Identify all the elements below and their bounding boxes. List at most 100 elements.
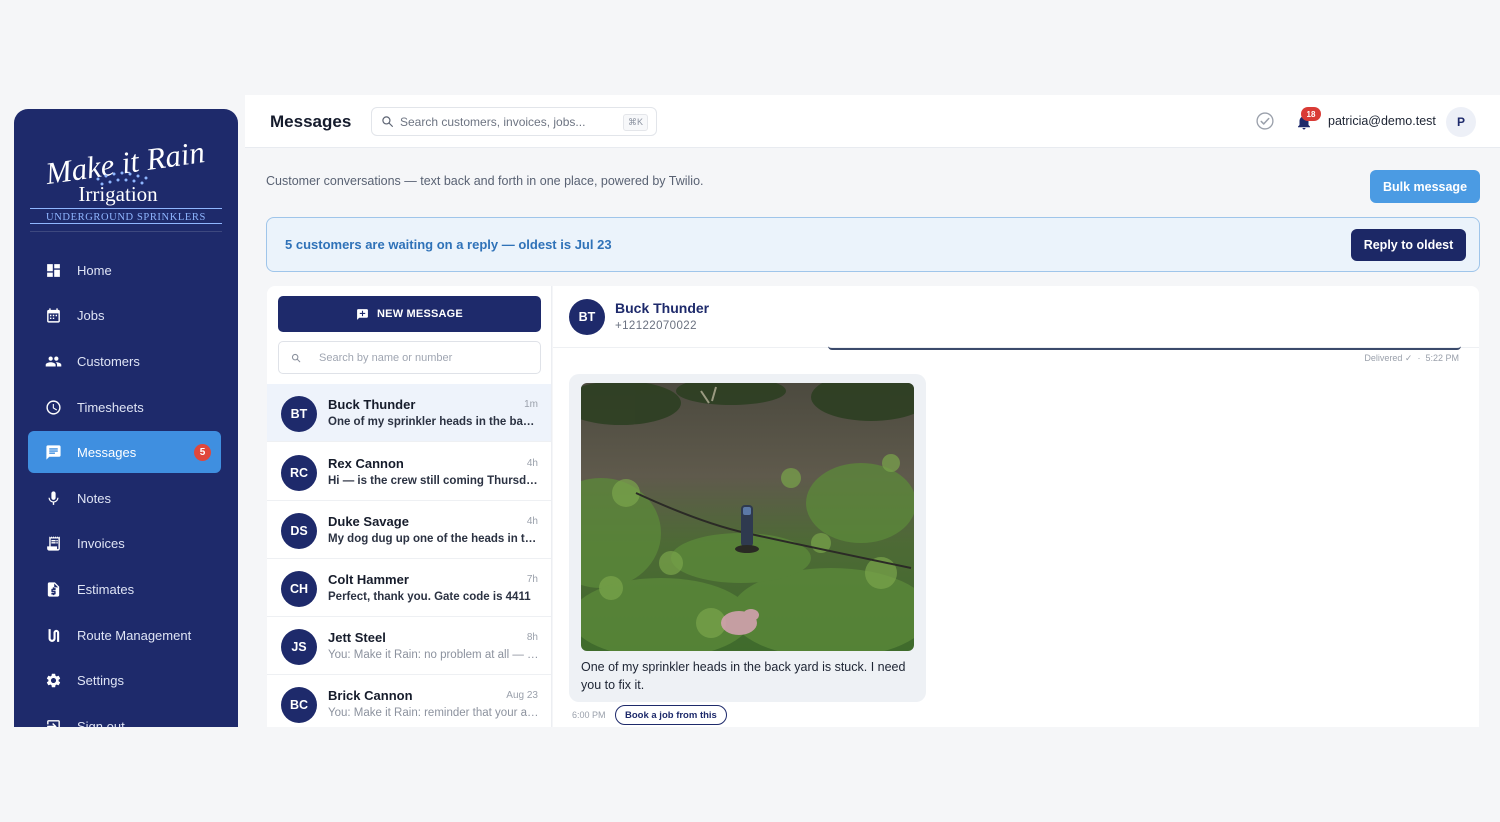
avatar: JS (281, 629, 317, 665)
sidebar-item-customers[interactable]: Customers (28, 340, 221, 382)
messages-count-badge: 5 (194, 444, 211, 461)
sidebar-divider (30, 231, 222, 232)
notification-count-badge: 18 (1301, 107, 1321, 121)
avatar: BT (281, 396, 317, 432)
bulk-message-button[interactable]: Bulk message (1370, 170, 1480, 203)
sidebar-item-label: Customers (77, 353, 140, 369)
calendar-icon (44, 306, 62, 324)
sidebar-item-route-management[interactable]: Route Management (28, 614, 221, 656)
banner-text: 5 customers are waiting on a reply — old… (285, 237, 612, 252)
message-thread-panel: BT Buck Thunder +12122070022 Delivered ✓… (553, 286, 1479, 727)
sign-out-icon (44, 717, 62, 727)
conversation-name: Buck Thunder (328, 397, 416, 412)
chat-icon (44, 443, 62, 461)
invoice-icon (44, 534, 62, 552)
estimate-doc-icon (44, 580, 62, 598)
message-photo[interactable] (581, 383, 914, 651)
conversation-item[interactable]: RC Rex Cannon 4h Hi — is the crew still … (267, 443, 551, 501)
conversation-list-panel: NEW MESSAGE BT Buck Thunder 1m One of my… (267, 286, 552, 727)
conversation-preview: You: Make it Rain: no problem at all — s… (328, 649, 540, 661)
conversation-item[interactable]: JS Jett Steel 8h You: Make it Rain: no p… (267, 617, 551, 675)
sidebar-item-label: Messages (77, 444, 137, 460)
conversation-name: Colt Hammer (328, 572, 409, 587)
conversation-item[interactable]: DS Duke Savage 4h My dog dug up one of t… (267, 501, 551, 559)
sidebar-item-timesheets[interactable]: Timesheets (28, 386, 221, 428)
avatar: BC (281, 687, 317, 723)
sidebar-item-label: Sign out (77, 718, 125, 728)
company-logo[interactable]: Make it Rain Irrigation UNDERGROUND SPRI… (28, 129, 224, 231)
global-search-input[interactable] (400, 114, 620, 129)
sidebar-item-label: Jobs (77, 307, 105, 323)
conversation-preview: My dog dug up one of the heads in the fr… (328, 533, 540, 545)
search-icon (291, 353, 301, 362)
avatar: DS (281, 513, 317, 549)
conversation-time: 7h (526, 574, 538, 585)
conversation-item[interactable]: BT Buck Thunder 1m One of my sprinkler h… (267, 384, 551, 442)
logo-line-3: UNDERGROUND SPRINKLERS (46, 212, 206, 223)
book-job-button[interactable]: Book a job from this (615, 705, 727, 725)
conversation-name: Brick Cannon (328, 688, 413, 703)
conversation-item[interactable]: BC Brick Cannon Aug 23 You: Make it Rain… (267, 675, 551, 727)
logo-line-2: Irrigation (78, 182, 158, 206)
clock-icon (44, 398, 62, 416)
sidebar-item-label: Timesheets (77, 399, 144, 415)
sidebar-item-label: Estimates (77, 581, 135, 597)
people-icon (44, 352, 62, 370)
message-text: One of my sprinkler heads in the back ya… (581, 660, 906, 692)
conversation-name: Rex Cannon (328, 456, 404, 471)
check-circle-icon[interactable] (1255, 111, 1275, 131)
microphone-icon (44, 489, 62, 507)
avatar: RC (281, 455, 317, 491)
route-icon (44, 626, 62, 644)
sidebar-item-home[interactable]: Home (28, 249, 221, 291)
delivered-time: 5:22 PM (1425, 353, 1459, 363)
conversation-time: Aug 23 (506, 690, 538, 701)
dashboard-icon (44, 261, 62, 279)
sidebar-item-jobs[interactable]: Jobs (28, 294, 221, 336)
global-search[interactable]: ⌘K (371, 107, 657, 136)
thread-contact-name[interactable]: Buck Thunder (615, 300, 709, 316)
sidebar-item-messages[interactable]: Messages 5 (28, 431, 221, 473)
sidebar-item-label: Notes (77, 490, 111, 506)
conversation-time: 4h (526, 516, 538, 527)
message-time: 6:00 PM (572, 710, 606, 720)
sidebar-item-label: Home (77, 262, 112, 278)
new-message-label: NEW MESSAGE (377, 308, 463, 320)
sidebar-item-label: Invoices (77, 535, 125, 551)
conversation-search[interactable] (278, 341, 541, 374)
thread-contact-phone: +12122070022 (615, 320, 697, 332)
conversation-item[interactable]: CH Colt Hammer 7h Perfect, thank you. Ga… (267, 559, 551, 617)
outgoing-message-bubble (828, 346, 1461, 350)
conversation-preview: Perfect, thank you. Gate code is 4411 (328, 591, 531, 603)
conversation-preview: One of my sprinkler heads in the back ya… (328, 416, 540, 428)
reply-to-oldest-button[interactable]: Reply to oldest (1351, 229, 1466, 261)
avatar: CH (281, 571, 317, 607)
new-message-button[interactable]: NEW MESSAGE (278, 296, 541, 332)
search-icon (382, 116, 393, 127)
waiting-reply-banner: 5 customers are waiting on a reply — old… (266, 217, 1480, 272)
conversation-preview: You: Make it Rain: reminder that your ap… (328, 707, 540, 719)
sidebar-item-sign-out[interactable]: Sign out (28, 705, 221, 727)
conversation-time: 8h (526, 632, 538, 643)
sidebar-item-label: Settings (77, 672, 124, 688)
thread-header: BT Buck Thunder +12122070022 (553, 286, 1479, 348)
sidebar-item-notes[interactable]: Notes (28, 477, 221, 519)
page-title: Messages (270, 112, 352, 131)
sidebar-item-estimates[interactable]: Estimates (28, 568, 221, 610)
sidebar-item-settings[interactable]: Settings (28, 659, 221, 701)
conversation-name: Jett Steel (328, 630, 386, 645)
user-email[interactable]: patricia@demo.test (1328, 114, 1436, 128)
sidebar-item-label: Route Management (77, 627, 192, 643)
search-shortcut-hint: ⌘K (622, 114, 648, 131)
conversation-preview: Hi — is the crew still coming Thursday? (328, 475, 540, 487)
new-chat-icon (357, 308, 368, 320)
conversation-time: 1m (524, 399, 538, 410)
avatar: BT (569, 299, 605, 335)
gear-icon (44, 671, 62, 689)
delivery-status: Delivered ✓ · 5:22 PM (1364, 353, 1459, 363)
sidebar-item-invoices[interactable]: Invoices (28, 522, 221, 564)
user-avatar[interactable]: P (1446, 107, 1476, 137)
top-bar: Messages ⌘K 18 patricia@demo.test P (245, 95, 1500, 148)
conversation-time: 4h (526, 458, 538, 469)
conversation-search-input[interactable] (319, 351, 529, 364)
